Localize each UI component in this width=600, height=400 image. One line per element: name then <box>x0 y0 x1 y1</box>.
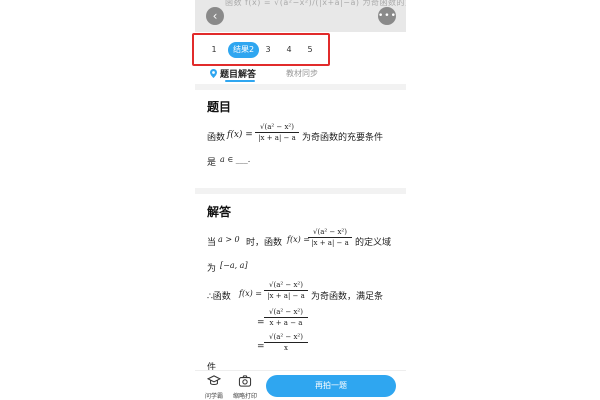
ask-expert-label: 问学霸 <box>205 393 224 400</box>
answer-line1-suffix: 的定义域 <box>355 238 392 248</box>
print-label: 缩略打印 <box>233 393 258 400</box>
answer-line1-math: a > 0 <box>218 235 240 244</box>
camera-icon <box>238 375 252 387</box>
retake-photo-button[interactable]: 再拍一题 <box>266 375 396 397</box>
fraction-bar <box>264 317 308 318</box>
answer-line1-mid: 时，函数 <box>246 238 283 248</box>
fraction-bar <box>308 237 352 238</box>
answer-fraction-numerator: √(a² − x²) <box>313 228 347 236</box>
graduation-cap-icon <box>207 375 221 386</box>
answer-line3-prefix: ∴函数 <box>207 292 231 302</box>
answer-title: 解答 <box>207 205 232 219</box>
tab-textbook-sync[interactable]: 教材同步 <box>286 68 318 79</box>
question-fraction-denominator: |x + a| − a <box>258 134 296 142</box>
answer-line1-prefix: 当 <box>207 238 217 248</box>
answer-card: 解答 当 a > 0 时，函数 f(x) = √(a² − x²) |x + a… <box>195 194 406 373</box>
answer-fx: f(x) = <box>287 235 310 244</box>
location-pin-icon <box>210 69 217 78</box>
answer-line2-math: [−a, a] <box>220 261 248 270</box>
answer-line3-denominator: |x + a| − a <box>267 292 305 300</box>
fraction-bar <box>264 342 308 343</box>
fraction-bar <box>264 290 308 291</box>
question-line2: 是 <box>207 158 217 168</box>
answer-line2-prefix: 为 <box>207 264 217 274</box>
active-tab-indicator <box>225 80 255 82</box>
answer-line3-numerator: √(a² − x²) <box>269 281 303 289</box>
fraction-bar <box>255 132 299 133</box>
answer-fraction-denominator: |x + a| − a <box>311 239 349 247</box>
answer-eq2-denominator: x <box>284 344 288 352</box>
answer-eq1-denominator: x + a − a <box>269 319 303 327</box>
answer-eq1-numerator: √(a² − x²) <box>269 308 303 316</box>
answer-line3-fx: f(x) = <box>239 289 262 298</box>
chevron-left-icon: ‹ <box>212 9 218 23</box>
tab-question-answer[interactable]: 题目解答 <box>220 67 256 80</box>
question-fraction-numerator: √(a² − x²) <box>260 123 294 131</box>
top-bar: 函数 f(x) = √(a²−x²)/(|x+a|−a) 为奇函数的充要条件是 … <box>195 0 406 32</box>
answer-eq2-fraction: √(a² − x²) x <box>264 333 308 352</box>
annotation-highlight-box <box>192 33 330 66</box>
question-text-prefix: 函数 <box>207 133 226 143</box>
question-text-suffix: 为奇函数的充要条件 <box>302 133 384 143</box>
answer-eq1-fraction: √(a² − x²) x + a − a <box>264 308 308 327</box>
answer-line3-fraction: √(a² − x²) |x + a| − a <box>264 281 308 300</box>
more-horizontal-icon: ••• <box>378 11 397 21</box>
answer-eq2-numerator: √(a² − x²) <box>269 333 303 341</box>
question-line2-math: a ∈ ___. <box>220 155 251 164</box>
more-button[interactable]: ••• <box>378 7 396 25</box>
bottom-bar: 问学霸 缩略打印 再拍一题 <box>195 370 406 400</box>
question-card: 题目 函数 f(x) = √(a² − x²) |x + a| − a 为奇函数… <box>195 90 406 188</box>
question-fraction: √(a² − x²) |x + a| − a <box>255 123 299 142</box>
question-snippet: 函数 f(x) = √(a²−x²)/(|x+a|−a) 为奇函数的充要条件是 <box>225 0 406 7</box>
question-title: 题目 <box>207 100 232 114</box>
question-fx: f(x) = <box>227 130 253 140</box>
answer-fraction: √(a² − x²) |x + a| − a <box>308 228 352 247</box>
answer-line3-suffix: 为奇函数，满足条 <box>311 292 384 302</box>
back-button[interactable]: ‹ <box>206 7 224 25</box>
segment-tabs: 题目解答 教材同步 <box>195 66 406 82</box>
